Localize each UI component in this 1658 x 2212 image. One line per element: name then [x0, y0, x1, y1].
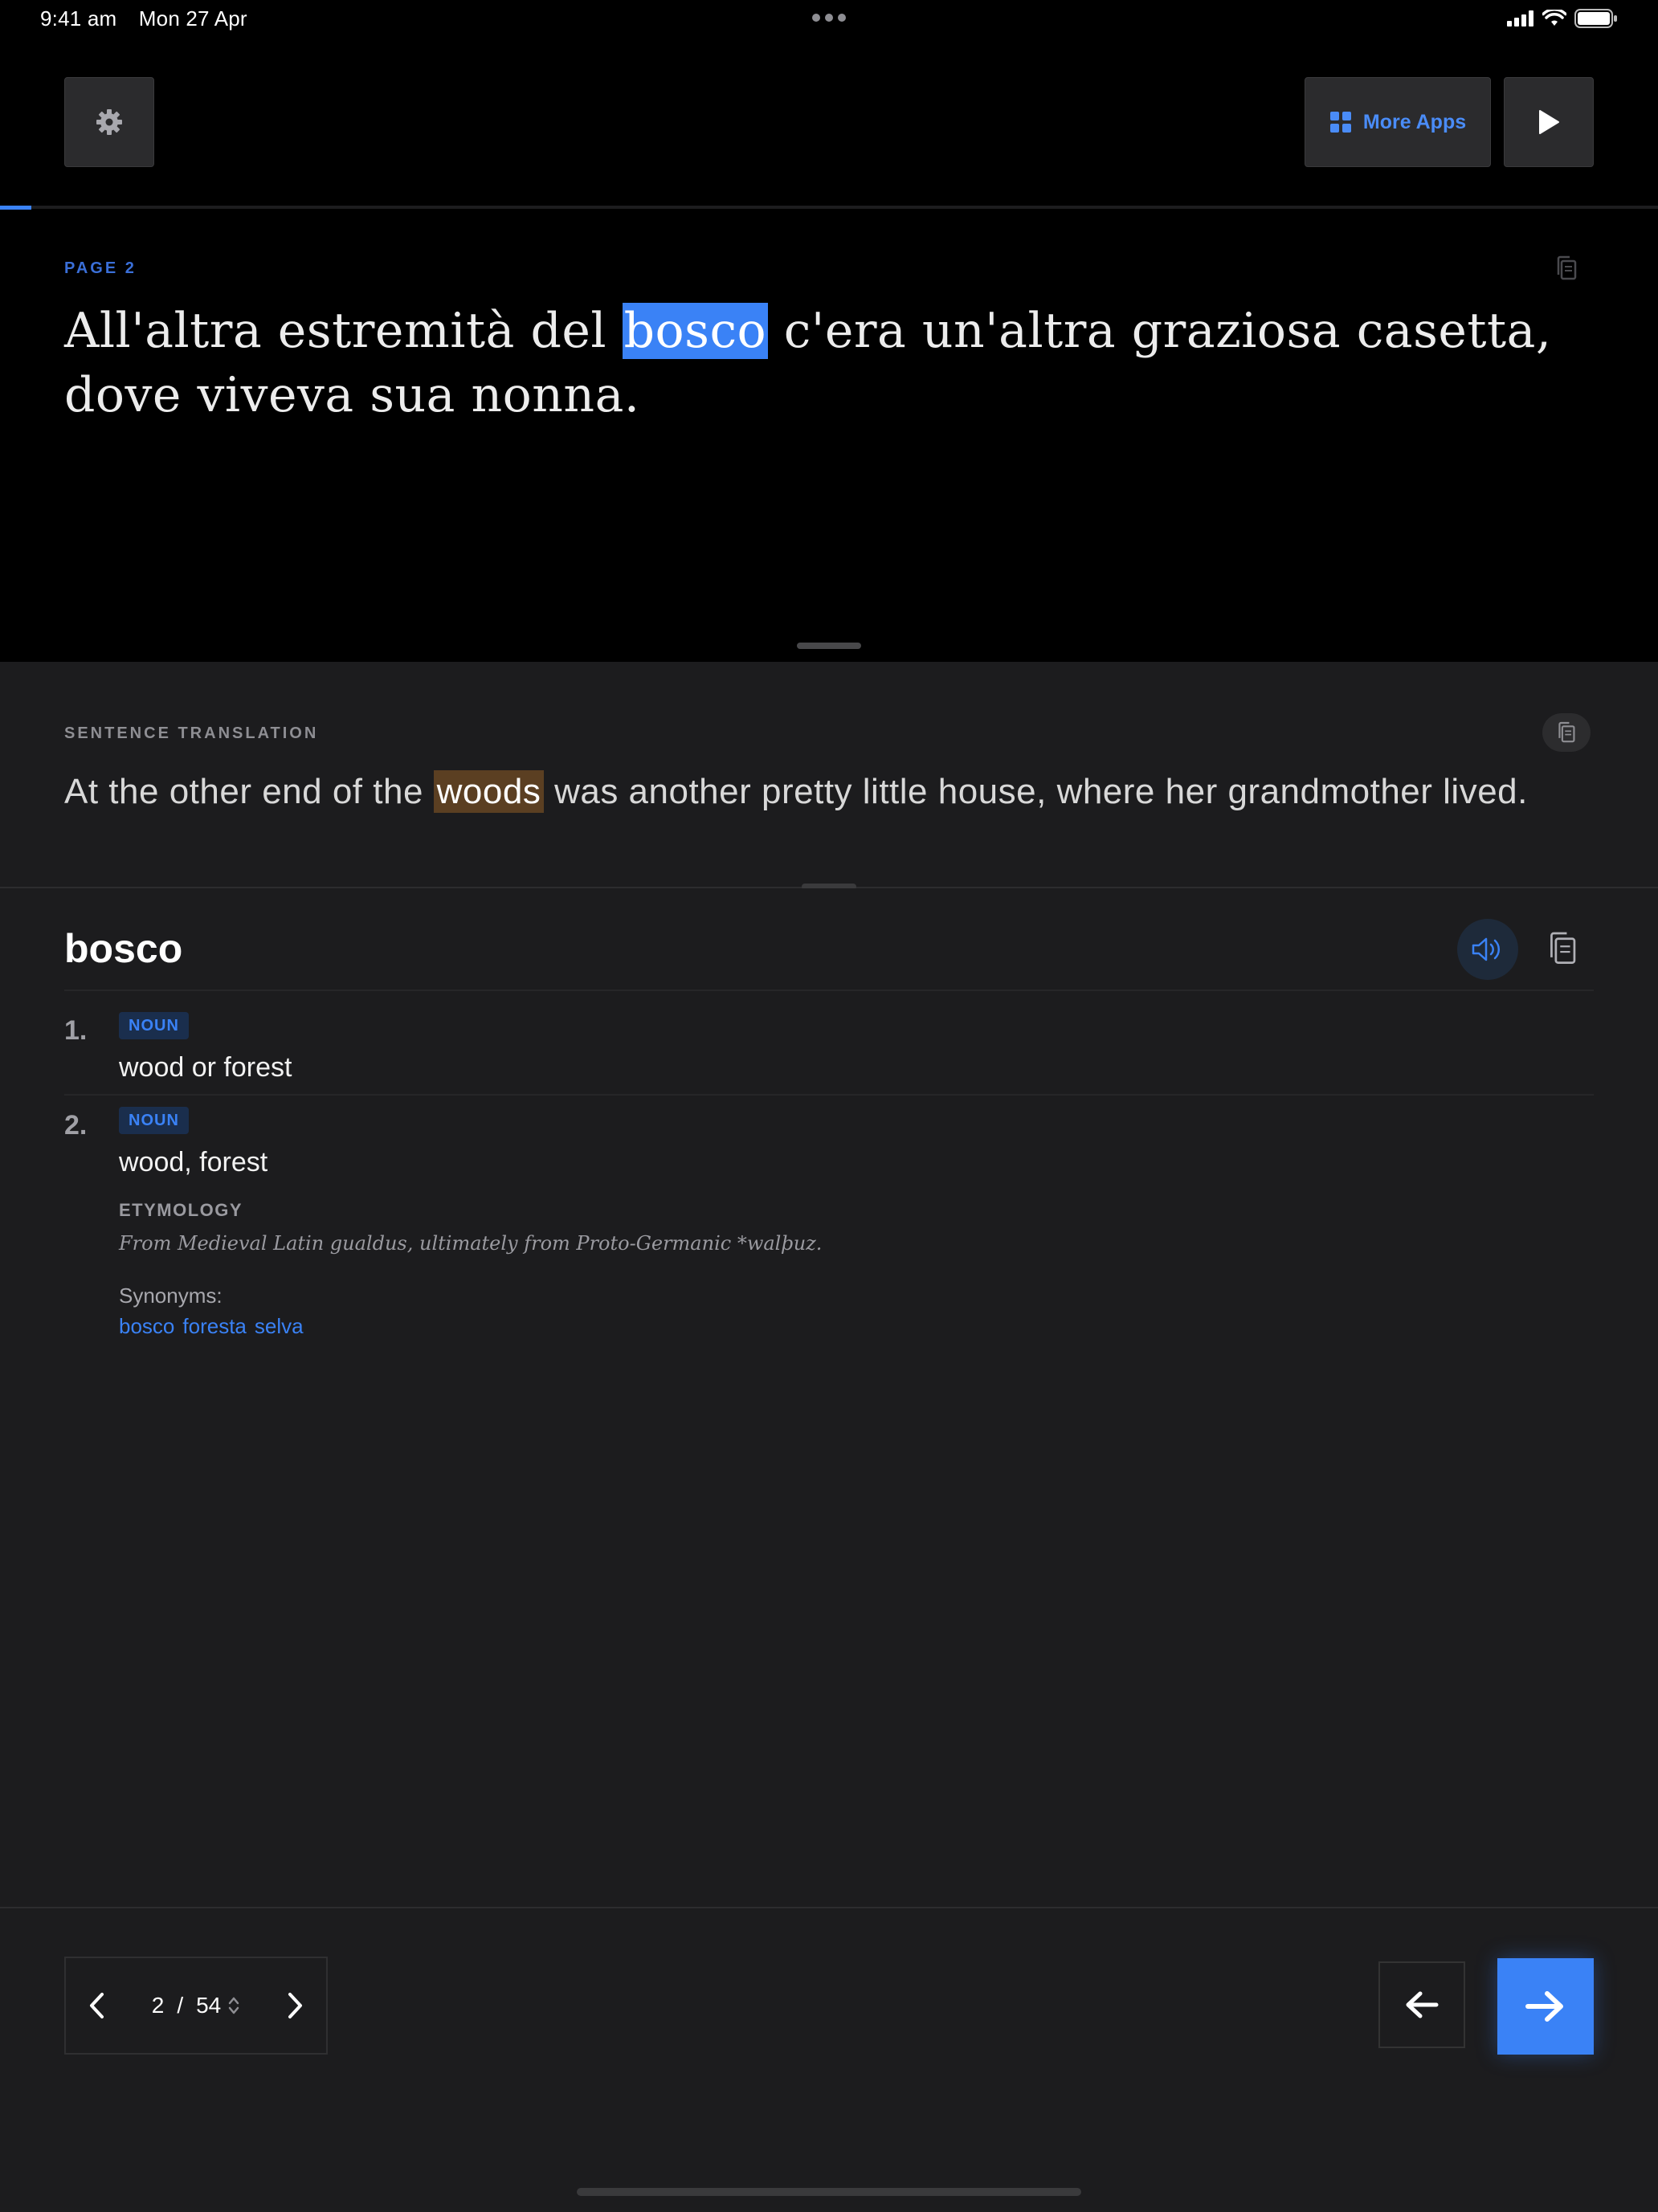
chevron-up-down-icon [227, 1995, 240, 2016]
battery-icon [1574, 9, 1618, 28]
page-selector[interactable]: 2 / 54 [152, 1993, 241, 2018]
previous-sentence-button[interactable] [1378, 1961, 1465, 2048]
multitasking-dots-icon[interactable] [811, 13, 847, 22]
status-time: 9:41 am [40, 6, 117, 31]
selected-word[interactable]: bosco [622, 303, 769, 359]
page-separator: / [177, 1993, 184, 2018]
synonyms-label: Synonyms: [119, 1284, 223, 1308]
wifi-icon [1542, 10, 1566, 27]
translation-text-after: was another pretty little house, where h… [544, 772, 1528, 811]
headword-divider [64, 990, 1594, 991]
cellular-signal-icon [1507, 10, 1534, 27]
previous-page-chevron-icon[interactable] [88, 1992, 106, 2019]
status-bar-right [1507, 9, 1618, 28]
next-page-chevron-icon[interactable] [286, 1992, 304, 2019]
source-text-before[interactable]: All'altra estremità del [64, 303, 623, 359]
source-sentence: All'altra estremità del bosco c'era un'a… [64, 299, 1607, 427]
translation-label: SENTENCE TRANSLATION [64, 724, 319, 742]
total-pages: 54 [196, 1993, 222, 2018]
part-of-speech-badge: NOUN [119, 1012, 189, 1039]
sense-number: 1. [64, 1015, 88, 1046]
page-label: PAGE [64, 259, 119, 277]
copy-translation-button[interactable] [1542, 713, 1591, 752]
more-apps-label: More Apps [1362, 110, 1467, 133]
reading-progress-fill [0, 206, 32, 210]
bottom-navigation-bar [0, 1907, 1658, 2212]
synonyms-list: bosco foresta selva [119, 1314, 312, 1339]
part-of-speech-badge: NOUN [119, 1107, 189, 1134]
synonym-link[interactable]: selva [255, 1314, 304, 1338]
arrow-right-icon [1525, 1990, 1566, 2023]
copy-sentence-icon[interactable] [1555, 255, 1578, 281]
sense-divider [64, 1094, 1594, 1096]
page-indicator: PAGE 2 [64, 259, 137, 278]
app-grid-icon [1329, 111, 1352, 133]
synonym-link[interactable]: foresta [182, 1314, 247, 1338]
dictionary-panel [0, 888, 1658, 1908]
arrow-left-icon [1404, 1990, 1440, 2019]
copy-definition-icon[interactable] [1547, 930, 1578, 967]
copy-icon [1557, 721, 1576, 744]
panel-resize-handle[interactable] [797, 643, 861, 649]
synonym-link[interactable]: bosco [119, 1314, 174, 1338]
status-date: Mon 27 Apr [138, 6, 247, 31]
translated-word-highlight: woods [433, 770, 545, 813]
more-apps-button[interactable]: More Apps [1305, 77, 1491, 167]
sense-number: 2. [64, 1110, 88, 1141]
translation-text-before: At the other end of the [64, 772, 434, 811]
speaker-icon [1471, 936, 1505, 963]
sense-gloss: wood or forest [119, 1052, 292, 1083]
dictionary-headword: bosco [64, 926, 183, 971]
gear-icon [95, 108, 124, 137]
play-button[interactable] [1504, 77, 1594, 167]
reading-progress-track [0, 206, 1658, 209]
page-number: 2 [125, 259, 137, 277]
sense-gloss: wood, forest [119, 1147, 268, 1177]
etymology-text: From Medieval Latin gualdus, ultimately … [119, 1232, 823, 1255]
current-page: 2 [151, 1993, 165, 2018]
status-bar-left: 9:41 am Mon 27 Apr [40, 6, 263, 31]
settings-button[interactable] [64, 77, 154, 167]
pronounce-button[interactable] [1457, 919, 1518, 980]
play-icon [1537, 109, 1561, 135]
etymology-label: ETYMOLOGY [119, 1200, 243, 1220]
page-picker: 2 / 54 [64, 1957, 328, 2055]
home-indicator[interactable] [577, 2188, 1081, 2196]
next-sentence-button[interactable] [1497, 1958, 1594, 2055]
translated-sentence: At the other end of the woods was anothe… [64, 765, 1615, 819]
